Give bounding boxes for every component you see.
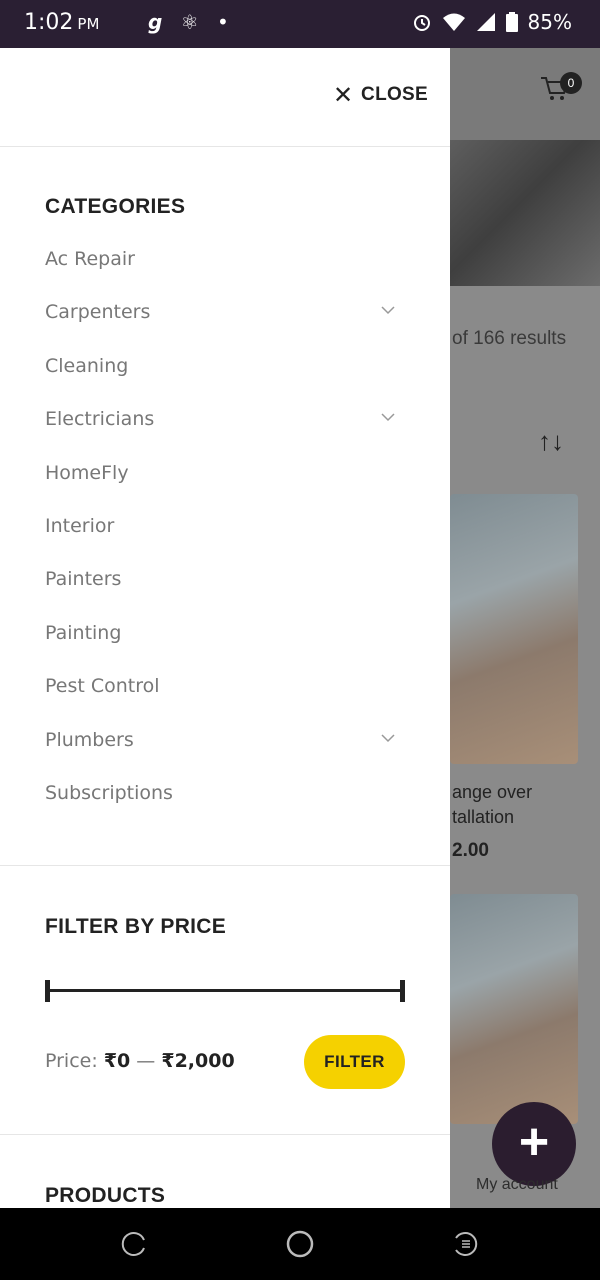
- alarm-icon: [413, 15, 430, 31]
- recent-apps-icon[interactable]: [120, 1230, 148, 1258]
- category-item[interactable]: Interior: [45, 515, 405, 568]
- product-image[interactable]: [450, 894, 578, 1124]
- chevron-down-icon[interactable]: [381, 410, 395, 424]
- notification-g-icon: g: [148, 10, 163, 34]
- category-label: Pest Control: [45, 675, 160, 698]
- category-item[interactable]: Cleaning: [45, 355, 405, 408]
- category-label: Painting: [45, 621, 122, 644]
- product-title[interactable]: ange over tallation: [452, 780, 532, 830]
- notification-dot-icon: •: [216, 10, 229, 34]
- category-label: Painters: [45, 568, 122, 591]
- category-label: Carpenters: [45, 301, 151, 324]
- product-title-line2: tallation: [452, 807, 515, 827]
- category-item[interactable]: Ac Repair: [45, 248, 405, 301]
- price-label: Price:: [45, 1050, 98, 1072]
- price-max-value: ₹2,000: [161, 1050, 235, 1072]
- product-price: 2.00: [452, 840, 489, 861]
- notification-app-icon: ⚛: [180, 10, 199, 34]
- back-icon[interactable]: [452, 1230, 480, 1258]
- categories-title: CATEGORIES: [45, 195, 186, 218]
- status-time-value: 1:02: [24, 10, 74, 35]
- battery-percent: 85%: [527, 10, 572, 34]
- status-bar: 1:02 PM g ⚛ • 85%: [0, 0, 600, 48]
- add-fab-button[interactable]: +: [492, 1102, 576, 1186]
- category-label: Plumbers: [45, 728, 134, 751]
- chevron-down-icon[interactable]: [381, 303, 395, 317]
- category-item[interactable]: HomeFly: [45, 462, 405, 515]
- category-item[interactable]: Plumbers: [45, 729, 405, 782]
- system-nav-bar: [0, 1208, 600, 1280]
- category-label: Subscriptions: [45, 781, 173, 804]
- sort-icon[interactable]: ↑↓: [538, 426, 564, 457]
- category-label: Interior: [45, 514, 115, 537]
- price-range-text: Price: ₹0 — ₹2,000: [45, 1050, 235, 1072]
- drawer-header: ✕ CLOSE: [0, 48, 450, 147]
- category-label: Ac Repair: [45, 248, 135, 270]
- battery-icon: [505, 12, 518, 32]
- category-label: Cleaning: [45, 354, 129, 377]
- category-item[interactable]: Painters: [45, 568, 405, 621]
- close-button[interactable]: ✕ CLOSE: [332, 81, 428, 109]
- results-count: of 166 results: [452, 328, 567, 349]
- product-title-line1: ange over: [452, 782, 533, 802]
- my-account-label[interactable]: My account: [476, 1176, 558, 1194]
- banner-image: [450, 140, 600, 286]
- category-item[interactable]: Electricians: [45, 408, 405, 461]
- status-time: 1:02 PM: [24, 10, 99, 35]
- filter-by-price-title: FILTER BY PRICE: [45, 915, 227, 938]
- close-icon: ✕: [332, 81, 354, 109]
- category-label: Electricians: [45, 408, 155, 431]
- section-divider: [0, 1134, 450, 1135]
- home-icon[interactable]: [286, 1230, 314, 1258]
- plus-icon: +: [518, 1113, 550, 1171]
- price-slider-min-handle[interactable]: [45, 980, 50, 1002]
- price-range-slider[interactable]: [45, 980, 405, 1002]
- category-item[interactable]: Painting: [45, 622, 405, 675]
- status-time-ampm: PM: [77, 15, 100, 33]
- section-divider: [0, 865, 450, 866]
- signal-icon: [476, 13, 495, 31]
- filter-button[interactable]: FILTER: [304, 1035, 405, 1089]
- cart-count-badge: 0: [560, 72, 582, 94]
- chevron-down-icon[interactable]: [381, 731, 395, 745]
- product-image[interactable]: [450, 494, 578, 764]
- price-separator: —: [130, 1050, 162, 1072]
- price-slider-max-handle[interactable]: [400, 980, 405, 1002]
- category-item[interactable]: Subscriptions: [45, 782, 405, 835]
- price-min-value: ₹0: [103, 1050, 131, 1072]
- price-slider-track: [45, 989, 405, 992]
- category-item[interactable]: Pest Control: [45, 675, 405, 728]
- notification-icons: g ⚛ •: [148, 10, 229, 34]
- filter-drawer: ✕ CLOSE CATEGORIES Ac Repair Carpenters …: [0, 48, 450, 1208]
- system-icons: 85%: [412, 10, 572, 34]
- wifi-icon: [442, 13, 465, 31]
- close-label: CLOSE: [361, 84, 428, 105]
- category-item[interactable]: Carpenters: [45, 301, 405, 354]
- category-label: HomeFly: [45, 461, 129, 484]
- products-title: PRODUCTS: [45, 1184, 166, 1207]
- category-list: Ac Repair Carpenters Cleaning Electricia…: [45, 248, 405, 835]
